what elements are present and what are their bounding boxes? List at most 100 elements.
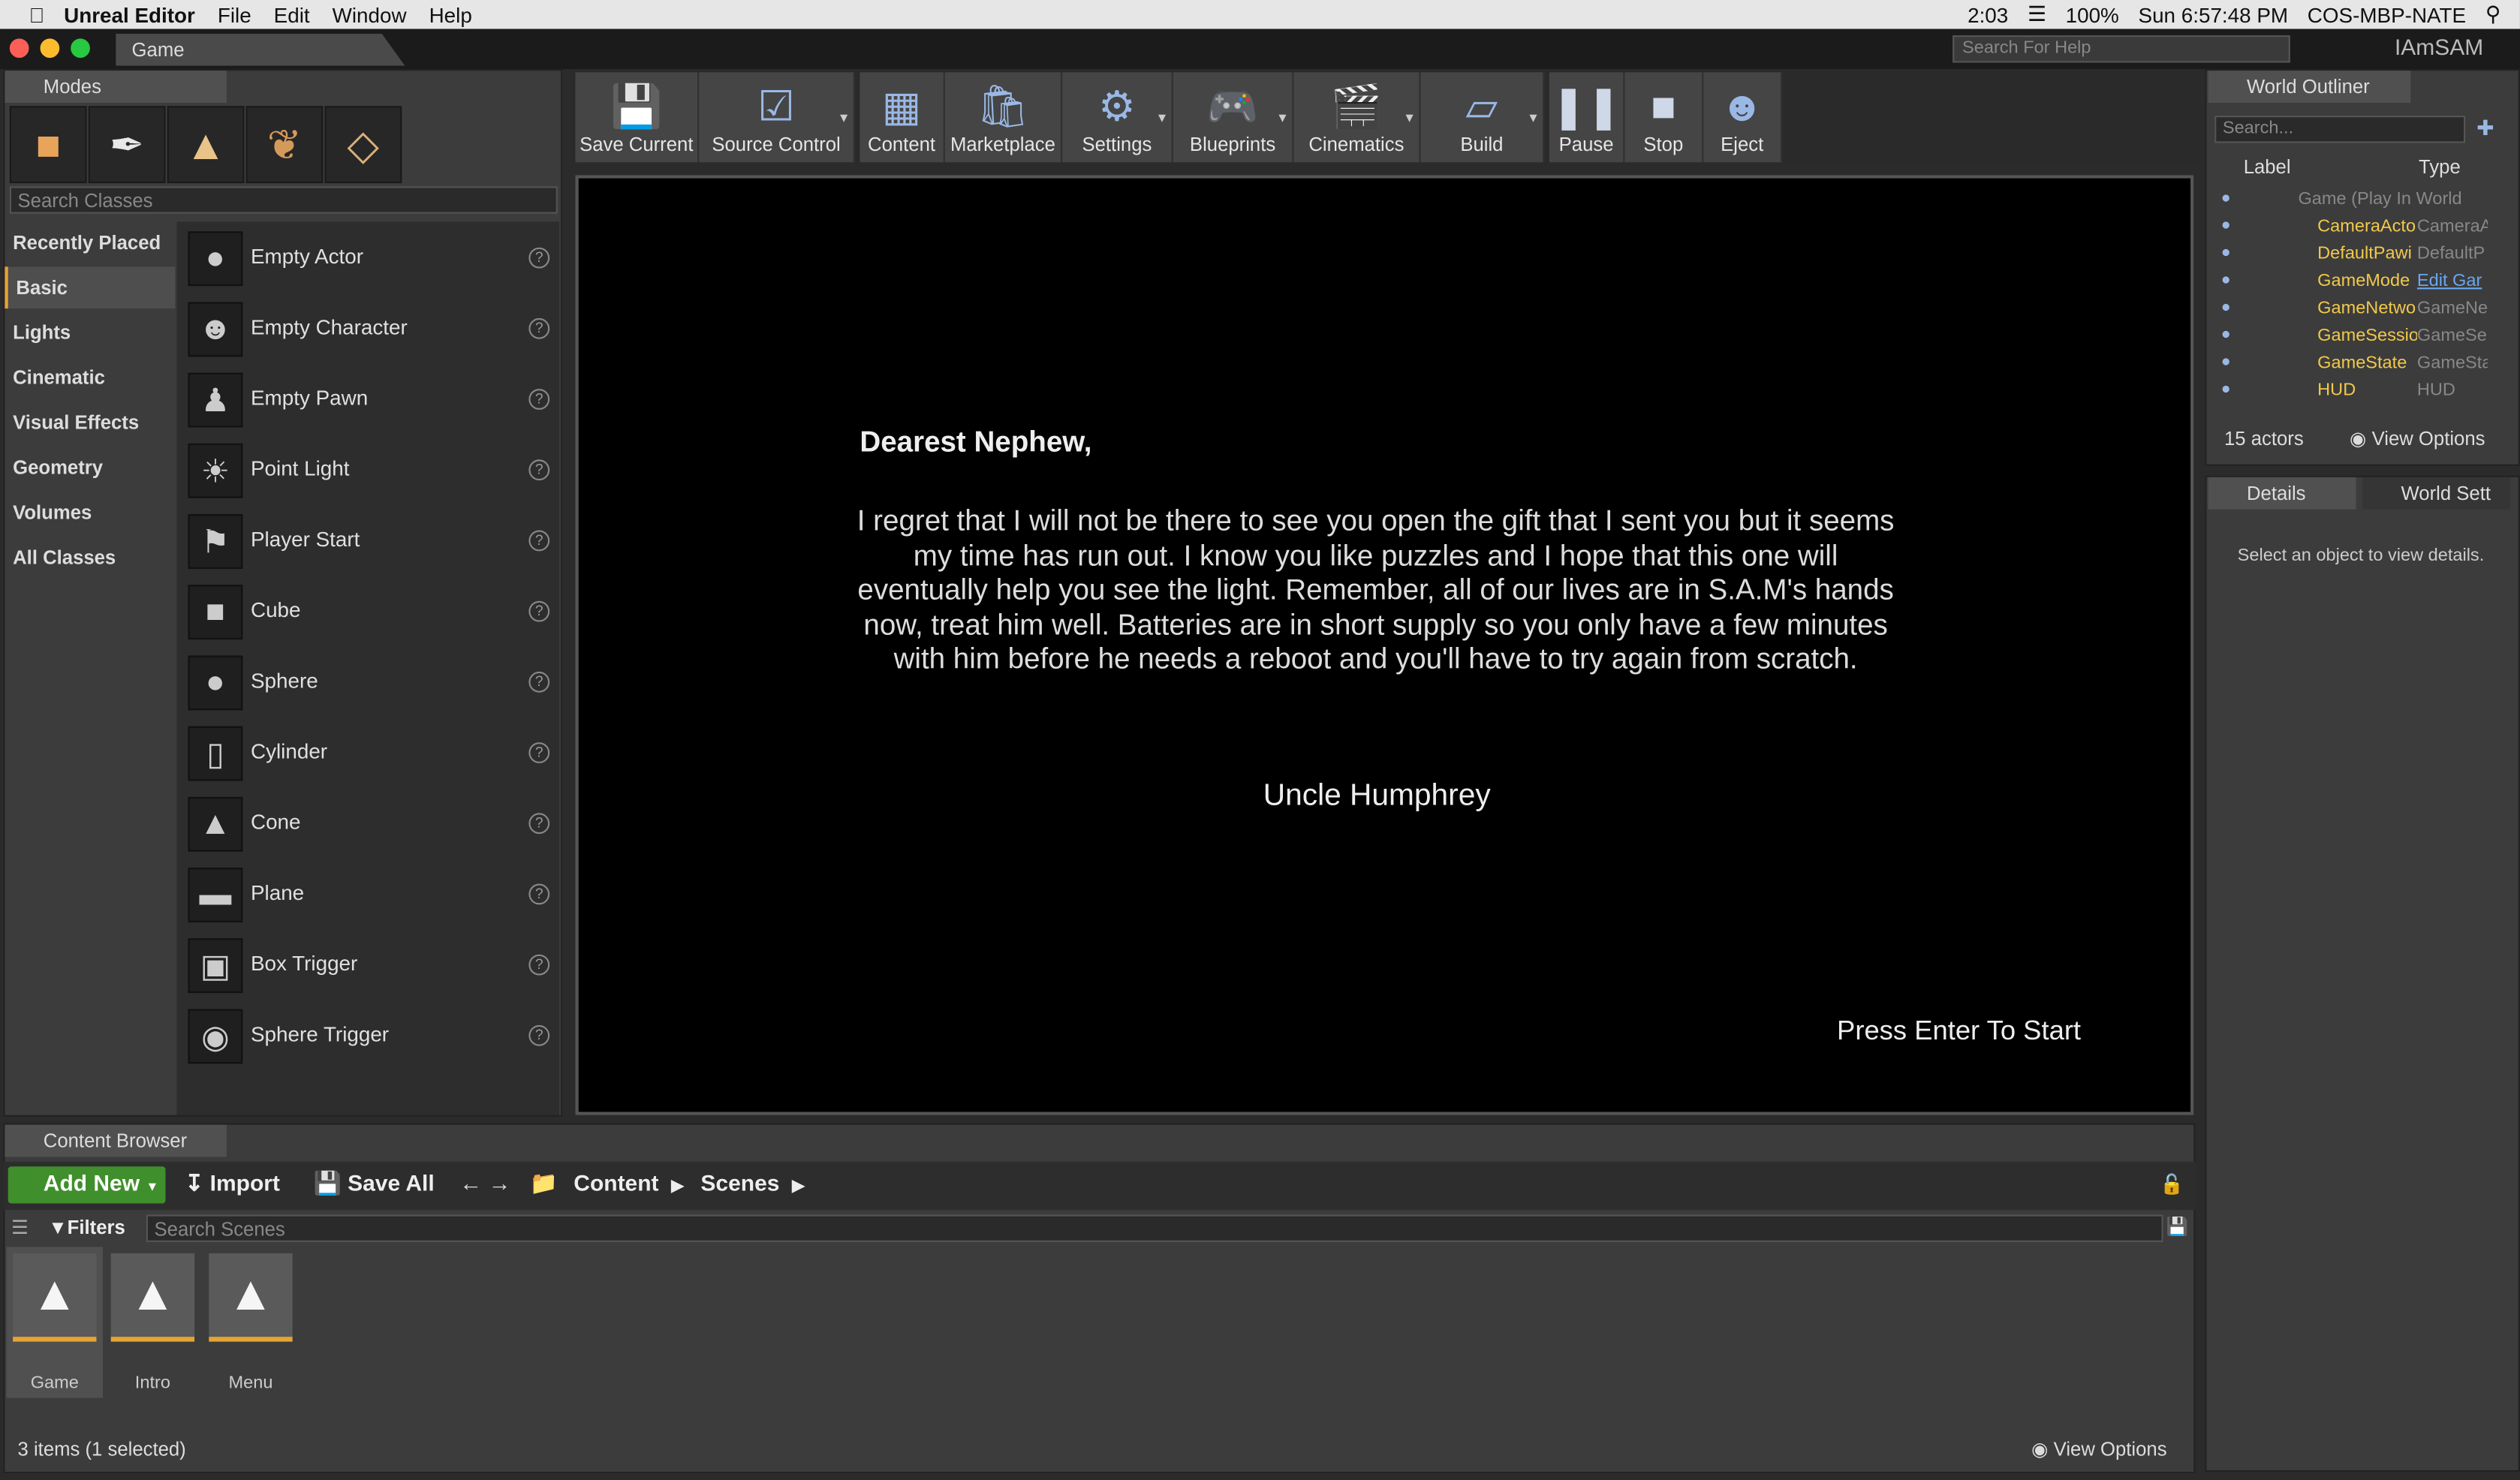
place-mode-button[interactable]: ■ xyxy=(9,106,87,184)
content-browser-view-options[interactable]: ◉ View Options xyxy=(2031,1438,2166,1460)
asset-game[interactable]: ▲ Game xyxy=(6,1247,104,1398)
import-button[interactable]: ↧ Import xyxy=(185,1170,280,1197)
class-item-plane[interactable]: ▬ Plane? xyxy=(176,858,559,928)
help-search-input[interactable]: Search For Help xyxy=(1952,35,2290,63)
outliner-view-options[interactable]: ◉ View Options xyxy=(2350,427,2485,450)
forward-arrow-icon[interactable]: → xyxy=(489,1170,511,1196)
search-classes-input[interactable]: Search Classes xyxy=(9,186,558,214)
outliner-row[interactable]: ● HUD HUD xyxy=(2214,378,2488,405)
category-geometry[interactable]: Geometry xyxy=(5,447,175,489)
zoom-window-button[interactable] xyxy=(71,38,90,59)
search-scenes-input[interactable]: Search Scenes xyxy=(146,1214,2163,1242)
timer-status[interactable]: 2:03 xyxy=(1968,2,2008,26)
stop-button[interactable]: ■ Stop xyxy=(1624,72,1704,163)
geometry-mode-button[interactable]: ◇ xyxy=(324,106,402,184)
help-icon[interactable]: ? xyxy=(528,954,550,976)
battery-status[interactable]: 100% xyxy=(2066,2,2119,26)
save-current-button[interactable]: 💾 Save Current xyxy=(575,72,700,163)
add-actor-icon[interactable]: ✚ xyxy=(2476,116,2494,141)
chevron-down-icon[interactable]: ▼ xyxy=(1527,111,1540,125)
host-name[interactable]: COS-MBP-NATE xyxy=(2308,2,2466,26)
type-column-header[interactable]: Type xyxy=(2419,156,2461,179)
paint-mode-button[interactable]: ✒ xyxy=(88,106,166,184)
help-icon[interactable]: ? xyxy=(528,813,550,835)
add-new-button[interactable]: Add New ▼ xyxy=(8,1166,166,1204)
help-icon[interactable]: ? xyxy=(528,1024,550,1046)
app-menu[interactable]: Unreal Editor xyxy=(64,2,195,26)
menu-window[interactable]: Window xyxy=(333,2,407,26)
outliner-row[interactable]: ● GameMode Edit Gar xyxy=(2214,269,2488,296)
chevron-down-icon[interactable]: ▼ xyxy=(838,111,851,125)
content-browser-tab[interactable]: Content Browser xyxy=(5,1124,227,1157)
class-item-sphere[interactable]: ● Sphere? xyxy=(176,646,559,717)
build-button[interactable]: ▱ Build ▼ xyxy=(1420,72,1545,163)
help-icon[interactable]: ? xyxy=(528,459,550,481)
chevron-down-icon[interactable]: ▼ xyxy=(1276,111,1289,125)
save-all-button[interactable]: 💾 Save All xyxy=(313,1170,434,1197)
class-item-box-trigger[interactable]: ▣ Box Trigger? xyxy=(176,928,559,999)
class-item-empty-actor[interactable]: ● Empty Actor? xyxy=(176,221,559,292)
category-all-classes[interactable]: All Classes xyxy=(5,537,175,579)
back-arrow-icon[interactable]: ← xyxy=(459,1170,482,1196)
label-column-header[interactable]: Label xyxy=(2244,156,2291,179)
spotlight-icon[interactable]: ⚲ xyxy=(2485,2,2500,27)
breadcrumb-scenes[interactable]: Scenes ▶ xyxy=(700,1170,804,1196)
class-item-empty-pawn[interactable]: ♟ Empty Pawn? xyxy=(176,363,559,434)
menu-file[interactable]: File xyxy=(218,2,251,26)
landscape-mode-button[interactable]: ▲ xyxy=(167,106,245,184)
outliner-root-row[interactable]: ● Game (Play In World xyxy=(2214,186,2488,213)
content-button[interactable]: ▦ Content xyxy=(860,72,945,163)
menu-help[interactable]: Help xyxy=(429,2,472,26)
clock[interactable]: Sun 6:57:48 PM xyxy=(2139,2,2289,26)
asset-menu[interactable]: ▲ Menu xyxy=(203,1247,299,1397)
category-lights[interactable]: Lights xyxy=(5,311,175,353)
list-view-icon[interactable]: ☰ xyxy=(11,1217,29,1239)
eye-icon[interactable]: ● xyxy=(2221,190,2237,208)
class-item-player-start[interactable]: ⚑ Player Start? xyxy=(176,504,559,575)
settings-button[interactable]: ⚙ Settings ▼ xyxy=(1062,72,1173,163)
eye-icon[interactable]: ● xyxy=(2221,217,2237,235)
category-visual-effects[interactable]: Visual Effects xyxy=(5,402,175,444)
world-outliner-tab[interactable]: World Outliner xyxy=(2208,71,2411,104)
world-settings-tab[interactable]: World Sett xyxy=(2362,477,2511,510)
eye-icon[interactable]: ● xyxy=(2221,353,2237,372)
eye-icon[interactable]: ● xyxy=(2221,326,2237,344)
help-icon[interactable]: ? xyxy=(528,317,550,339)
eye-icon[interactable]: ● xyxy=(2221,244,2237,262)
outliner-row[interactable]: ● CameraActo CameraA xyxy=(2214,214,2488,241)
eye-icon[interactable]: ● xyxy=(2221,272,2237,290)
source-control-button[interactable]: ☑ Source Control ▼ xyxy=(699,72,855,163)
lock-icon[interactable]: 🔓 xyxy=(2160,1173,2184,1196)
class-item-cylinder[interactable]: ▯ Cylinder? xyxy=(176,717,559,787)
outliner-row[interactable]: ● GameState GameSta xyxy=(2214,350,2488,378)
class-item-point-light[interactable]: ☀ Point Light? xyxy=(176,434,559,504)
foliage-mode-button[interactable]: ❦ xyxy=(245,106,324,184)
help-icon[interactable]: ? xyxy=(528,671,550,693)
help-icon[interactable]: ? xyxy=(528,742,550,763)
breadcrumb-content[interactable]: Content ▶ xyxy=(574,1170,683,1196)
modes-tab[interactable]: Modes xyxy=(5,71,227,104)
minimize-window-button[interactable] xyxy=(40,38,60,59)
help-icon[interactable]: ? xyxy=(528,883,550,905)
wifi-icon[interactable]: ☰ xyxy=(2028,2,2046,27)
asset-intro[interactable]: ▲ Intro xyxy=(104,1247,200,1397)
eject-button[interactable]: ☻ Eject xyxy=(1703,72,1783,163)
document-tab[interactable]: Game xyxy=(116,33,405,66)
category-basic[interactable]: Basic xyxy=(5,266,176,309)
help-icon[interactable]: ? xyxy=(528,247,550,269)
outliner-row[interactable]: ● GameNetwo GameNe xyxy=(2214,296,2488,323)
cinematics-button[interactable]: 🎬 Cinematics ▼ xyxy=(1293,72,1421,163)
outliner-row[interactable]: ● DefaultPawi DefaultP xyxy=(2214,241,2488,268)
save-search-icon[interactable]: 💾 xyxy=(2166,1217,2188,1238)
eye-icon[interactable]: ● xyxy=(2221,299,2237,317)
class-item-cone[interactable]: ▲ Cone? xyxy=(176,787,559,858)
details-tab[interactable]: Details xyxy=(2208,477,2356,510)
chevron-down-icon[interactable]: ▼ xyxy=(1403,111,1416,125)
filters-button[interactable]: ▼Filters xyxy=(48,1217,125,1239)
class-item-empty-character[interactable]: ☻ Empty Character? xyxy=(176,293,559,363)
menu-edit[interactable]: Edit xyxy=(274,2,310,26)
class-item-sphere-trigger[interactable]: ◉ Sphere Trigger? xyxy=(176,1000,559,1070)
close-window-button[interactable] xyxy=(9,38,29,59)
marketplace-button[interactable]: 🛍 Marketplace xyxy=(944,72,1063,163)
help-icon[interactable]: ? xyxy=(528,389,550,410)
